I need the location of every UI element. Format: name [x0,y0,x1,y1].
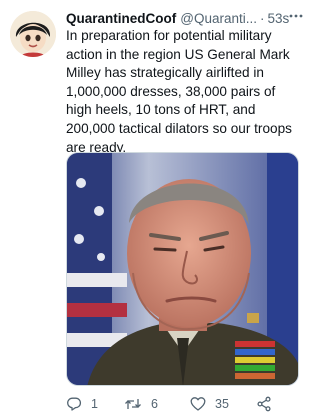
timestamp[interactable]: 53s [268,11,290,26]
avatar-image [10,11,56,57]
reply-button[interactable]: 1 [66,396,121,412]
retweet-button[interactable]: 6 [124,396,190,412]
tweet-text: In preparation for potential military ac… [66,28,292,155]
tweet-actions: 1 6 35 [66,393,302,415]
avatar[interactable] [10,11,56,57]
retweet-count: 6 [151,397,158,411]
share-icon [257,396,271,412]
separator-dot: · [260,10,265,26]
photo-general-portrait [67,153,298,385]
tweet-photo[interactable] [66,152,299,386]
more-icon [289,14,303,18]
author-name[interactable]: QuarantinedCoof [66,11,176,26]
more-menu-button[interactable] [288,8,304,24]
retweet-icon [125,399,141,409]
tweet-header: QuarantinedCoof @Quaranti... · 53s [66,9,302,27]
reply-count: 1 [91,397,98,411]
share-button[interactable] [256,396,286,412]
heart-icon [190,397,206,411]
tweet-card[interactable]: QuarantinedCoof @Quaranti... · 53s In pr… [0,0,310,420]
like-count: 35 [215,397,229,411]
reply-icon [67,397,82,411]
author-handle[interactable]: @Quaranti... [180,11,257,26]
like-button[interactable]: 35 [190,396,256,412]
